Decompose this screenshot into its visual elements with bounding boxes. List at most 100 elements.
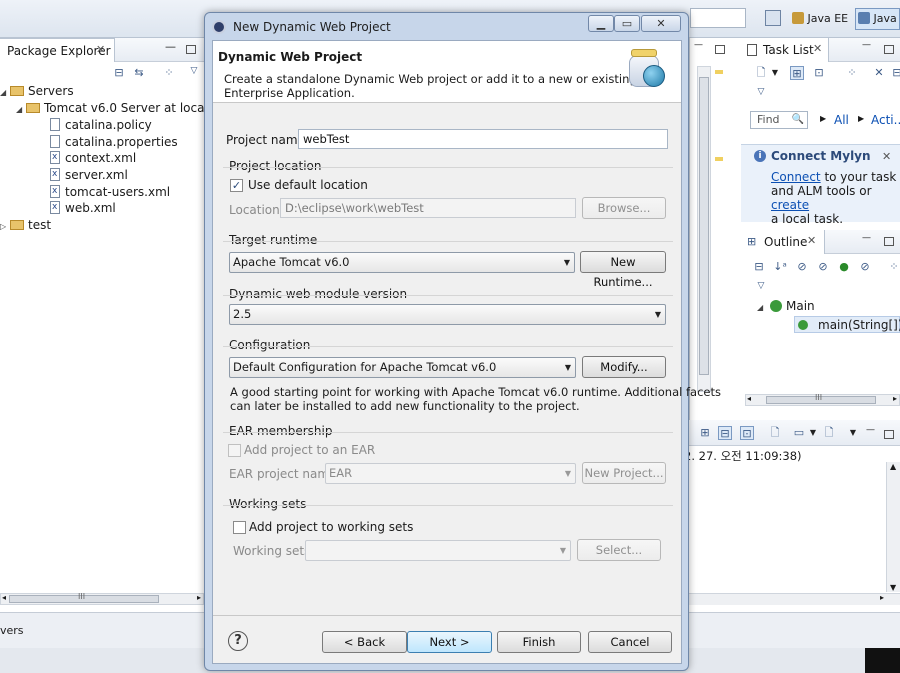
add-to-ear-checkbox[interactable]: [228, 444, 241, 457]
console-hscroll[interactable]: ▸: [689, 593, 900, 605]
minimize-icon[interactable]: —: [165, 40, 176, 53]
perspective-java[interactable]: Java: [855, 8, 900, 30]
connect-link[interactable]: Connect: [771, 170, 821, 184]
maximize-window-button[interactable]: ▭: [614, 15, 640, 32]
filter-icon[interactable]: ⁘: [845, 66, 859, 80]
scroll-left-icon[interactable]: ◂: [2, 593, 6, 602]
sort-icon[interactable]: ↓ᵃ: [773, 260, 787, 274]
new-runtime-button[interactable]: New Runtime...: [580, 251, 666, 289]
view-menu-icon[interactable]: ▽: [754, 279, 768, 293]
hide-static-icon[interactable]: ⊘: [816, 260, 830, 274]
view-menu-icon[interactable]: ▽: [187, 64, 201, 78]
open-file-icon[interactable]: 🗋: [822, 426, 836, 440]
link-editor-icon[interactable]: ⇆: [132, 66, 146, 80]
scroll-right-icon[interactable]: ▸: [880, 593, 884, 602]
scroll-down-icon[interactable]: ▼: [890, 583, 896, 592]
maximize-icon[interactable]: [884, 237, 894, 246]
tree-item-tomcat-server[interactable]: ◢ Tomcat v6.0 Server at localhost: [16, 100, 234, 117]
hide-local-types-icon[interactable]: ⊘: [858, 260, 872, 274]
minimize-icon[interactable]: —: [694, 40, 703, 50]
scroll-right-icon[interactable]: ▸: [197, 593, 201, 602]
outline-hscroll[interactable]: ◂ III ▸: [745, 393, 900, 406]
outline-item-main-class[interactable]: ◢ Main: [757, 298, 815, 315]
select-working-sets-button[interactable]: Select...: [577, 539, 661, 561]
new-console-icon[interactable]: 🗋: [768, 426, 782, 440]
configuration-select[interactable]: Default Configuration for Apache Tomcat …: [229, 357, 576, 378]
tab-task-list[interactable]: Task List ✕: [741, 38, 829, 62]
close-icon[interactable]: ✕: [813, 42, 822, 55]
perspective-java-ee[interactable]: Java EE: [792, 9, 848, 29]
filter-icon[interactable]: ⁘: [887, 260, 900, 274]
open-perspective-icon[interactable]: [765, 10, 781, 26]
cancel-button[interactable]: Cancel: [588, 631, 672, 653]
display-selected-icon[interactable]: ⊟: [718, 426, 732, 440]
next-button[interactable]: Next >: [407, 631, 492, 653]
tab-outline[interactable]: ⊞ Outline ✕: [741, 230, 825, 254]
scroll-right-icon[interactable]: ▸: [893, 394, 897, 403]
maximize-icon[interactable]: [186, 45, 196, 54]
task-find-field[interactable]: Find 🔍: [750, 111, 808, 129]
minimize-icon[interactable]: —: [862, 233, 871, 243]
close-icon[interactable]: ✕: [807, 234, 816, 247]
maximize-icon[interactable]: [715, 45, 725, 54]
minimize-icon[interactable]: —: [862, 40, 871, 50]
ear-project-name-select[interactable]: EAR ▼: [325, 463, 576, 484]
open-console-icon[interactable]: ⊡: [740, 426, 754, 440]
tab-package-explorer[interactable]: Package Explorer ✕: [0, 38, 115, 62]
finish-button[interactable]: Finish: [497, 631, 581, 653]
outline-item-main-method[interactable]: main(String[]) :: [794, 316, 900, 333]
dropdown-arrow-icon[interactable]: ▼: [768, 66, 782, 80]
package-explorer-hscroll[interactable]: ◂ III ▸: [0, 592, 204, 605]
browse-button[interactable]: Browse...: [582, 197, 666, 219]
scroll-up-icon[interactable]: ▲: [890, 462, 896, 471]
tree-item-tomcat-users-xml[interactable]: tomcat-users.xml: [50, 183, 170, 201]
tree-item-context-xml[interactable]: context.xml: [50, 149, 136, 167]
scroll-thumb[interactable]: III: [766, 393, 876, 404]
collapse-all-icon[interactable]: ⊟: [752, 260, 766, 274]
editor-vscroll[interactable]: [697, 66, 711, 392]
collapse-all-icon[interactable]: ⊟: [112, 66, 126, 80]
minimize-window-button[interactable]: ▁: [588, 15, 614, 32]
scheduled-icon[interactable]: ⊡: [812, 66, 826, 80]
task-activate[interactable]: Acti...: [871, 113, 900, 127]
maximize-icon[interactable]: [884, 430, 894, 439]
dropdown-arrow-icon[interactable]: ▼: [846, 426, 860, 440]
maximize-icon[interactable]: [884, 45, 894, 54]
project-name-input[interactable]: webTest: [298, 129, 668, 149]
tree-item-test[interactable]: ▷ test: [0, 217, 51, 234]
close-icon[interactable]: ✕: [96, 43, 105, 56]
use-default-location-checkbox[interactable]: ✓: [230, 179, 243, 192]
scroll-thumb[interactable]: [699, 77, 709, 375]
add-to-working-sets-checkbox[interactable]: [233, 521, 246, 534]
close-icon[interactable]: ✕: [882, 150, 891, 163]
filter-icon[interactable]: ⁘: [162, 66, 176, 80]
hide-nonpublic-icon[interactable]: ●: [837, 260, 851, 274]
minimize-icon[interactable]: —: [866, 425, 875, 435]
new-task-icon[interactable]: 🗋: [754, 66, 768, 80]
quick-access-field[interactable]: [690, 8, 746, 28]
pin-console-icon[interactable]: ⊞: [698, 426, 712, 440]
help-button[interactable]: ?: [228, 631, 248, 651]
tree-item-catalina-properties[interactable]: catalina.properties: [50, 134, 178, 151]
tree-item-servers[interactable]: ◢ Servers: [0, 83, 74, 100]
scroll-left-icon[interactable]: ◂: [747, 394, 751, 403]
view-menu-icon[interactable]: ▽: [754, 85, 768, 99]
scroll-thumb[interactable]: III: [9, 592, 159, 603]
tree-item-web-xml[interactable]: web.xml: [50, 199, 116, 217]
modify-button[interactable]: Modify...: [582, 356, 666, 378]
task-filter-all[interactable]: All: [834, 113, 849, 127]
categorized-icon[interactable]: ⊞: [790, 66, 804, 80]
tree-item-server-xml[interactable]: server.xml: [50, 166, 128, 184]
hide-completed-icon[interactable]: ✕: [872, 66, 886, 80]
console-vscroll[interactable]: ▲ ▼: [886, 462, 900, 592]
collapse-icon[interactable]: ⊟: [890, 66, 900, 80]
hide-fields-icon[interactable]: ⊘: [795, 260, 809, 274]
console-view-icon[interactable]: ▭: [792, 426, 806, 440]
create-link[interactable]: create: [771, 198, 809, 212]
new-project-button[interactable]: New Project...: [582, 462, 666, 484]
target-runtime-select[interactable]: Apache Tomcat v6.0 ▼: [229, 252, 575, 273]
module-version-select[interactable]: 2.5 ▼: [229, 304, 666, 325]
working-sets-select[interactable]: ▼: [305, 540, 571, 561]
dropdown-arrow-icon[interactable]: ▼: [806, 426, 820, 440]
close-window-button[interactable]: ✕: [641, 15, 681, 32]
